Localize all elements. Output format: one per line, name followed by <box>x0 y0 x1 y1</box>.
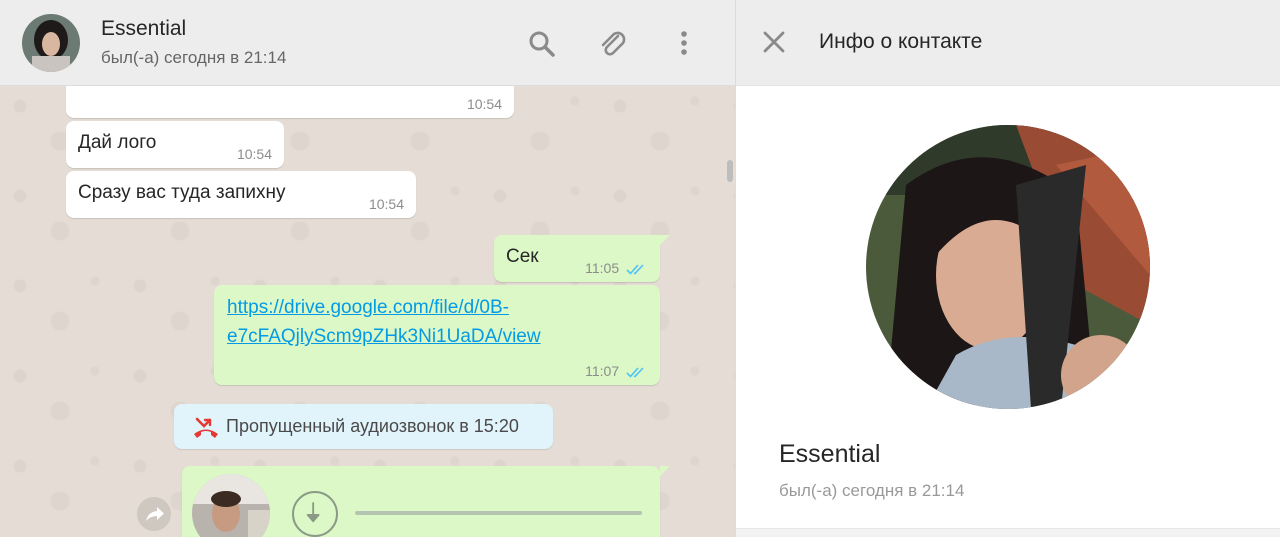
close-icon <box>763 31 785 53</box>
message-meta: 11:07 <box>585 363 648 379</box>
contact-photo[interactable] <box>866 125 1150 409</box>
contact-info-pane: Инфо о контакте Essential был(-а) сегодн… <box>735 0 1280 537</box>
info-section-divider <box>736 528 1280 537</box>
link-line[interactable]: e7cFAQjlyScm9pZHk3Ni1UaDA/view <box>227 322 541 351</box>
forward-button[interactable] <box>137 497 171 531</box>
message-time: 11:07 <box>585 363 620 379</box>
voice-progress-track[interactable] <box>355 511 642 515</box>
message-outgoing[interactable]: https://drive.google.com/file/d/0B- e7cF… <box>214 285 660 385</box>
info-header: Инфо о контакте <box>736 0 1280 86</box>
contact-status: был(-а) сегодня в 21:14 <box>101 48 287 67</box>
bubble-tail <box>660 466 670 476</box>
message-text: Сразу вас туда запихну <box>78 182 286 203</box>
message-time: 10:54 <box>466 96 502 112</box>
forward-arrow-icon <box>146 507 164 521</box>
sender-avatar <box>192 474 270 537</box>
message-meta: 11:05 <box>585 260 648 276</box>
drive-link[interactable]: https://drive.google.com/file/d/0B- e7cF… <box>227 293 541 351</box>
bubble-tail <box>660 235 670 245</box>
message-time: 10:54 <box>368 196 404 212</box>
message-time: 10:54 <box>236 146 272 162</box>
message-outgoing[interactable]: Сек 11:05 <box>494 235 660 282</box>
chat-scrollbar[interactable] <box>727 160 733 182</box>
message-text: Дай лого <box>78 132 157 153</box>
read-ticks-icon <box>626 367 644 378</box>
message-incoming[interactable]: Сразу вас туда запихну 10:54 <box>66 171 416 218</box>
menu-dots-icon[interactable] <box>668 28 700 60</box>
chat-header[interactable]: Essential был(-а) сегодня в 21:14 <box>0 0 735 86</box>
contact-name[interactable]: Essential <box>101 17 186 41</box>
voice-message[interactable] <box>182 466 660 537</box>
message-text: Сек <box>506 246 539 267</box>
download-icon <box>306 502 320 523</box>
download-button[interactable] <box>292 491 338 537</box>
info-title: Инфо о контакте <box>819 30 983 53</box>
missed-call-icon <box>194 417 218 438</box>
missed-call-notice[interactable]: Пропущенный аудиозвонок в 15:20 <box>174 404 553 449</box>
message-incoming[interactable]: Дай лого 10:54 <box>66 121 284 168</box>
message-time: 11:05 <box>585 260 620 276</box>
missed-call-text: Пропущенный аудиозвонок в 15:20 <box>226 416 519 436</box>
info-contact-status: был(-а) сегодня в 21:14 <box>779 481 965 500</box>
chat-pane: Essential был(-а) сегодня в 21:14 10:54 … <box>0 0 735 537</box>
link-line[interactable]: https://drive.google.com/file/d/0B- <box>227 293 541 322</box>
close-button[interactable] <box>760 28 788 56</box>
contact-avatar[interactable] <box>22 14 80 72</box>
info-contact-name: Essential <box>779 440 881 468</box>
search-icon[interactable] <box>526 28 558 60</box>
paperclip-icon[interactable] <box>597 28 629 60</box>
read-ticks-icon <box>626 264 644 275</box>
